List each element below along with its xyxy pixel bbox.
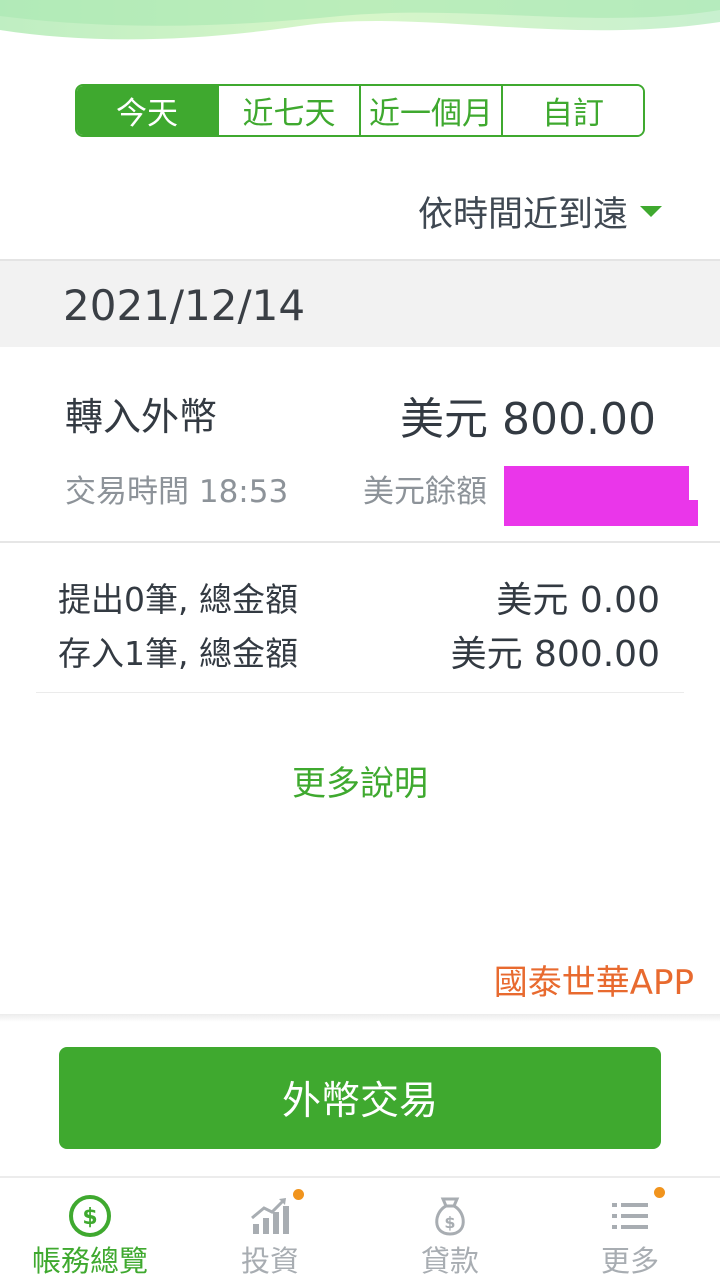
transaction-time: 交易時間 18:53 [65, 474, 289, 510]
tab-account-overview[interactable]: $ 帳務總覽 [0, 1178, 180, 1280]
tab-invest[interactable]: 投資 [180, 1178, 360, 1280]
date-range-tabs: 今天 近七天 近一個月 自訂 [75, 84, 645, 137]
date-header: 2021/12/14 [0, 259, 720, 347]
notification-badge [654, 1187, 665, 1198]
transaction-amount: 美元 800.00 [400, 394, 656, 445]
brand-label: 國泰世華APP [493, 963, 694, 1003]
header-wave [0, 0, 720, 60]
balance-label: 美元餘額 [363, 474, 487, 510]
tab-more[interactable]: 更多 [540, 1178, 720, 1280]
tab-today[interactable]: 今天 [77, 86, 217, 135]
divider [36, 692, 684, 693]
tab-label: 貸款 [420, 1244, 479, 1278]
redaction-notch [689, 466, 698, 500]
divider [0, 541, 720, 543]
dollar-coin-icon: $ [66, 1194, 114, 1238]
fx-transaction-button[interactable]: 外幣交易 [59, 1047, 661, 1149]
sort-label: 依時間近到遠 [417, 195, 628, 235]
money-bag-icon: $ [426, 1194, 474, 1238]
summary-withdraw-value: 美元 0.00 [496, 580, 660, 621]
summary-deposit-label: 存入1筆, 總金額 [58, 634, 298, 673]
more-info-link[interactable]: 更多說明 [0, 756, 720, 805]
tab-loan[interactable]: $ 貸款 [360, 1178, 540, 1280]
redacted-balance [504, 466, 698, 526]
transaction-title: 轉入外幣 [65, 395, 218, 439]
svg-text:$: $ [82, 1205, 97, 1230]
summary-withdraw-label: 提出0筆, 總金額 [58, 580, 298, 619]
bottom-tab-bar: $ 帳務總覽 投資 $ 貸款 更多 [0, 1176, 720, 1280]
tab-label: 帳務總覽 [31, 1244, 148, 1278]
tab-last-month[interactable]: 近一個月 [359, 86, 501, 135]
notification-badge [293, 1189, 304, 1200]
svg-text:$: $ [444, 1213, 455, 1232]
date-text: 2021/12/14 [63, 281, 306, 330]
summary-deposit-value: 美元 800.00 [450, 634, 660, 675]
tab-label: 投資 [240, 1244, 299, 1278]
tab-last-7-days[interactable]: 近七天 [217, 86, 359, 135]
caret-down-icon [640, 206, 662, 217]
menu-list-icon [606, 1194, 654, 1238]
sort-dropdown[interactable]: 依時間近到遠 [418, 186, 662, 237]
tab-custom[interactable]: 自訂 [501, 86, 643, 135]
footer-shadow [0, 1014, 720, 1022]
tab-label: 更多 [600, 1244, 659, 1278]
chart-up-icon [246, 1194, 294, 1238]
